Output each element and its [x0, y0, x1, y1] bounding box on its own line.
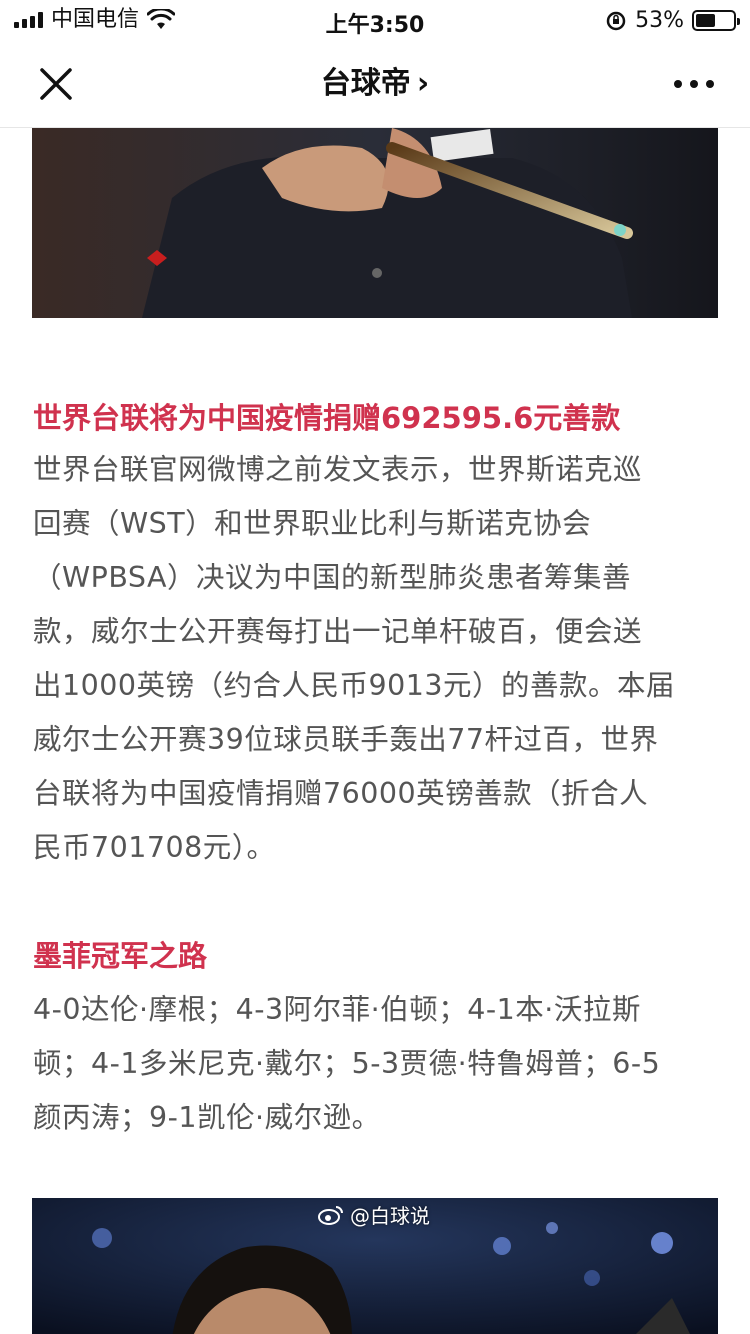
- section-heading-donation: 世界台联将为中国疫情捐赠692595.6元善款: [33, 401, 621, 435]
- paragraph-line: （WPBSA）决议为中国的新型肺炎患者筹集善: [33, 561, 632, 594]
- section-paragraph-champion-path: 4-0达伦·摩根；4-3阿尔菲·伯顿；4-1本·沃拉斯 顿；4-1多米尼克·戴尔…: [33, 983, 719, 1145]
- paragraph-line: 出1000英镑（约合人民币9013元）的善款。本届: [33, 669, 676, 702]
- battery-percent: 53%: [635, 8, 684, 33]
- chevron-right-icon: ›: [416, 66, 430, 101]
- section-paragraph-donation: 世界台联官网微博之前发文表示，世界斯诺克巡 回赛（WST）和世界职业比利与斯诺克…: [33, 443, 719, 875]
- source-watermark: @白球说: [318, 1200, 430, 1229]
- section-heading-champion-path: 墨菲冠军之路: [33, 939, 208, 973]
- paragraph-line: 民币701708元）。: [33, 831, 276, 864]
- paragraph-line: 回赛（WST）和世界职业比利与斯诺克协会: [33, 507, 592, 540]
- nav-bar: 台球帝 ›: [0, 40, 750, 128]
- paragraph-line: 顿；4-1多米尼克·戴尔；5-3贾德·特鲁姆普；6-5: [33, 1047, 661, 1080]
- paragraph-line: 威尔士公开赛39位球员联手轰出77杆过百，世界: [33, 723, 659, 756]
- status-right: 53%: [605, 8, 740, 33]
- status-bar: 中国电信 上午3:50 53%: [0, 0, 750, 40]
- battery-fill: [696, 14, 716, 27]
- battery-icon: [692, 10, 740, 31]
- paragraph-line: 4-0达伦·摩根；4-3阿尔菲·伯顿；4-1本·沃拉斯: [33, 993, 641, 1026]
- weibo-icon: [318, 1205, 343, 1225]
- paragraph-line: 款，威尔士公开赛每打出一记单杆破百，便会送: [33, 615, 643, 648]
- nav-title-text: 台球帝: [320, 66, 411, 101]
- paragraph-line: 台联将为中国疫情捐赠76000英镑善款（折合人: [33, 777, 649, 810]
- article-body: 世界台联将为中国疫情捐赠692595.6元善款 世界台联官网微博之前发文表示，世…: [0, 128, 750, 1334]
- account-title-link[interactable]: 台球帝 ›: [0, 64, 750, 104]
- rotation-lock-icon: [606, 11, 626, 30]
- snooker-player-photo-top: [32, 128, 718, 318]
- more-icon[interactable]: [674, 80, 714, 88]
- watermark-text: @白球说: [350, 1204, 430, 1228]
- paragraph-line: 世界台联官网微博之前发文表示，世界斯诺克巡: [33, 453, 643, 486]
- paragraph-line: 颜丙涛；9-1凯伦·威尔逊。: [33, 1101, 381, 1134]
